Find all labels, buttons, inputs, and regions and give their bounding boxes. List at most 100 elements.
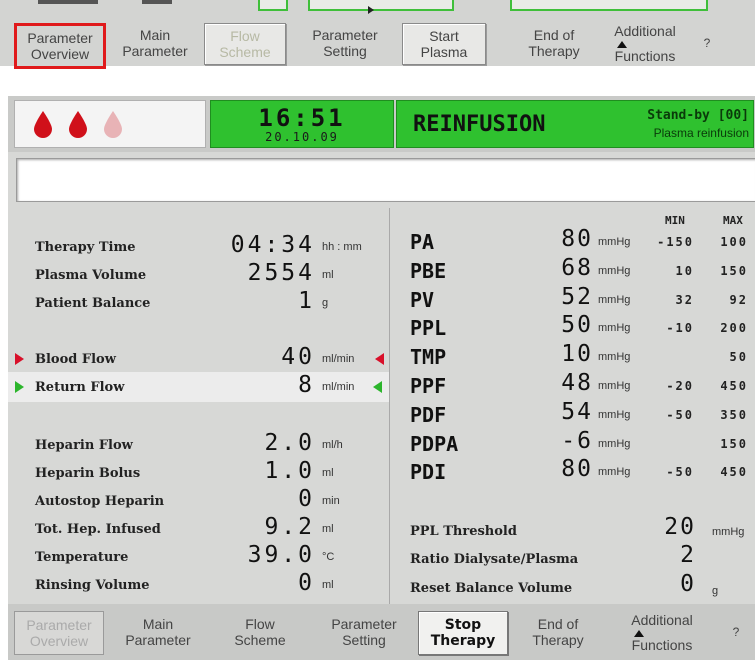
pressure-unit: mmHg: [598, 265, 631, 277]
pressure-max-limit[interactable]: 100: [696, 235, 748, 249]
param-value: 0: [298, 570, 315, 596]
nav-end-of-therapy-button[interactable]: End of Therapy: [514, 611, 602, 653]
blood-drop-icon: [34, 111, 52, 138]
pressure-unit: mmHg: [598, 466, 631, 478]
cropped-flow-arrow: [368, 6, 374, 14]
nav-label-line2: Therapy: [528, 43, 580, 59]
pressure-max-limit[interactable]: 50: [696, 350, 748, 364]
param-value: 40: [281, 344, 315, 370]
pressure-unit: mmHg: [598, 409, 631, 421]
nav-stop-therapy-button[interactable]: Stop Therapy: [418, 611, 508, 655]
pressure-value: 54: [561, 399, 593, 425]
pressure-min-limit[interactable]: -50: [642, 465, 694, 479]
nav-label-line2: Setting: [342, 632, 386, 648]
top-nav-end-of-therapy-button[interactable]: End of Therapy: [512, 23, 596, 63]
cropped-flow-box: [308, 0, 454, 11]
setting-value-reset-balance[interactable]: 0: [680, 571, 696, 597]
nav-label-line2: Overview: [30, 46, 90, 62]
setting-value-ratio[interactable]: 2: [680, 542, 696, 568]
nav-label-line2: Setting: [323, 43, 367, 59]
pressure-min-limit[interactable]: 32: [642, 293, 694, 307]
setting-value-ppl-threshold[interactable]: 20: [664, 514, 696, 540]
pressure-name: TMP: [410, 345, 447, 369]
nav-parameter-setting-button[interactable]: Parameter Setting: [316, 611, 412, 653]
top-nav-main-parameter-button[interactable]: Main Parameter: [112, 23, 198, 63]
pressure-max-limit[interactable]: 150: [696, 437, 748, 451]
standby-substatus: Plasma reinfusion: [653, 126, 749, 140]
param-unit: ml: [322, 579, 334, 591]
param-unit: ml/h: [322, 439, 343, 451]
pressure-name: PDI: [410, 460, 447, 484]
pressure-min-limit[interactable]: -50: [642, 408, 694, 422]
top-strip: Parameter Overview Main Parameter Flow S…: [0, 0, 755, 69]
nav-label-line1: Main: [139, 27, 171, 43]
bottom-nav-bar: Parameter Overview Main Parameter Flow S…: [8, 604, 755, 660]
nav-label-line1: Start: [429, 28, 459, 44]
panel-divider: [389, 208, 390, 604]
top-nav-flow-scheme-button[interactable]: Flow Scheme: [204, 23, 286, 65]
pressure-min-limit[interactable]: -20: [642, 379, 694, 393]
nav-label-line2: Functions: [614, 47, 676, 64]
param-row-rinsing-volume: Rinsing Volume 0 ml: [8, 570, 389, 596]
nav-label-line2: Parameter: [125, 632, 191, 648]
nav-label-line1: Additional: [614, 23, 676, 48]
pressure-value: 80: [561, 456, 593, 482]
message-bar: [16, 158, 755, 202]
nav-flow-scheme-button[interactable]: Flow Scheme: [216, 611, 304, 653]
param-row-return-flow[interactable]: Return Flow 8 ml/min: [8, 372, 389, 402]
nav-label-text: Additional: [631, 611, 693, 628]
pressure-name: PDF: [410, 403, 447, 427]
nav-label-line1: Additional: [631, 612, 693, 637]
nav-label-line2: Therapy: [430, 633, 496, 649]
pressure-value: 50: [561, 312, 593, 338]
top-nav-additional-functions-button[interactable]: Additional Functions: [600, 23, 690, 64]
param-label: Tot. Hep. Infused: [35, 522, 161, 537]
setting-unit-ppl-threshold: mmHg: [712, 526, 745, 538]
param-row-therapy-time: Therapy Time 04:34 hh : mm: [8, 232, 389, 258]
nav-label-line2: Functions: [631, 636, 693, 653]
pressure-name: PDPA: [410, 432, 459, 456]
param-value: 1: [298, 288, 315, 314]
nav-label-line1: Main: [142, 616, 174, 632]
param-label: Blood Flow: [35, 352, 116, 367]
help-icon: ?: [703, 36, 711, 50]
pressure-max-limit[interactable]: 150: [696, 264, 748, 278]
nav-parameter-overview-button[interactable]: Parameter Overview: [14, 611, 104, 655]
nav-label-line1: Parameter: [26, 617, 92, 633]
pressure-name: PA: [410, 230, 435, 254]
top-nav-parameter-setting-button[interactable]: Parameter Setting: [300, 23, 390, 63]
max-column-header: MAX: [723, 214, 743, 227]
pressure-name: PV: [410, 288, 435, 312]
param-unit: ml: [322, 467, 334, 479]
nav-main-parameter-button[interactable]: Main Parameter: [114, 611, 202, 653]
param-row-patient-balance: Patient Balance 1 g: [8, 288, 389, 314]
nav-label-line2: Plasma: [420, 44, 468, 60]
clock-date: 20.10.09: [265, 130, 339, 144]
top-nav-start-plasma-button[interactable]: Start Plasma: [402, 23, 486, 65]
pressure-min-limit[interactable]: 10: [642, 264, 694, 278]
nav-label-line2: Scheme: [219, 44, 271, 60]
pressure-max-limit[interactable]: 200: [696, 321, 748, 335]
nav-additional-functions-button[interactable]: Additional Functions: [614, 611, 710, 653]
param-row-blood-flow[interactable]: Blood Flow 40 ml/min: [8, 344, 389, 370]
param-row-tot-hep-infused: Tot. Hep. Infused 9.2 ml: [8, 514, 389, 540]
pressure-value: -6: [561, 428, 593, 454]
nav-label-line2: Parameter: [122, 43, 188, 59]
cropped-flow-box: [510, 0, 708, 11]
param-label: Temperature: [35, 550, 129, 565]
top-nav-help-button[interactable]: ?: [696, 23, 718, 63]
param-unit: °C: [322, 551, 335, 563]
pressure-min-limit[interactable]: -10: [642, 321, 694, 335]
setting-unit-reset-balance: g: [712, 585, 719, 597]
top-nav-parameter-overview-button[interactable]: Parameter Overview: [14, 23, 106, 69]
pressure-min-limit[interactable]: -150: [642, 235, 694, 249]
machine-screen: 16:51 20.10.09 REINFUSION Stand-by [00] …: [8, 96, 755, 660]
pressure-max-limit[interactable]: 450: [696, 465, 748, 479]
pressure-max-limit[interactable]: 450: [696, 379, 748, 393]
nav-label-line1: End of: [537, 616, 579, 632]
pressure-max-limit[interactable]: 350: [696, 408, 748, 422]
param-value: 04:34: [230, 232, 315, 258]
nav-help-button[interactable]: ?: [724, 611, 748, 653]
pressure-unit: mmHg: [598, 294, 631, 306]
pressure-max-limit[interactable]: 92: [696, 293, 748, 307]
